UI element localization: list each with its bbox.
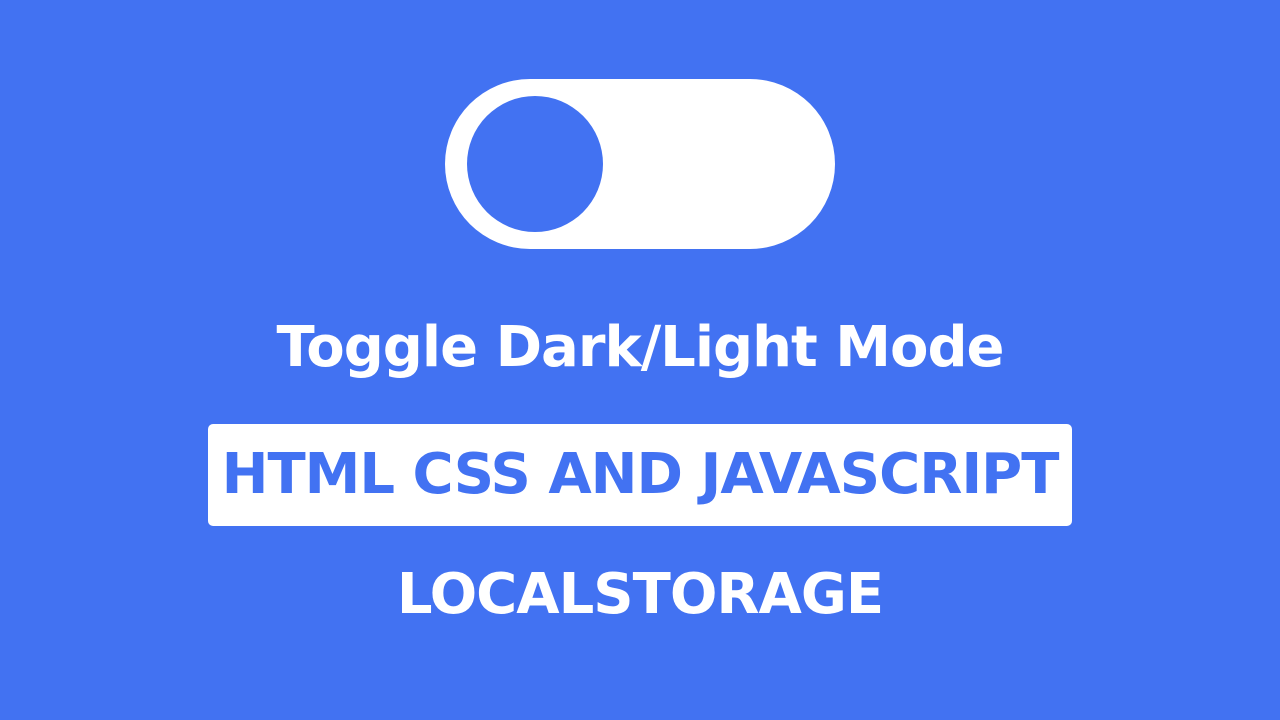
page-title: Toggle Dark/Light Mode: [276, 315, 1004, 380]
toggle-knob[interactable]: [467, 96, 603, 232]
tech-badge: HTML CSS AND JAVASCRIPT: [208, 424, 1072, 526]
page-subtitle: LOCALSTORAGE: [396, 562, 884, 627]
dark-light-toggle[interactable]: [445, 79, 835, 249]
tech-badge-label: HTML CSS AND JAVASCRIPT: [221, 442, 1060, 507]
thumbnail-canvas: Toggle Dark/Light Mode HTML CSS AND JAVA…: [0, 0, 1280, 720]
